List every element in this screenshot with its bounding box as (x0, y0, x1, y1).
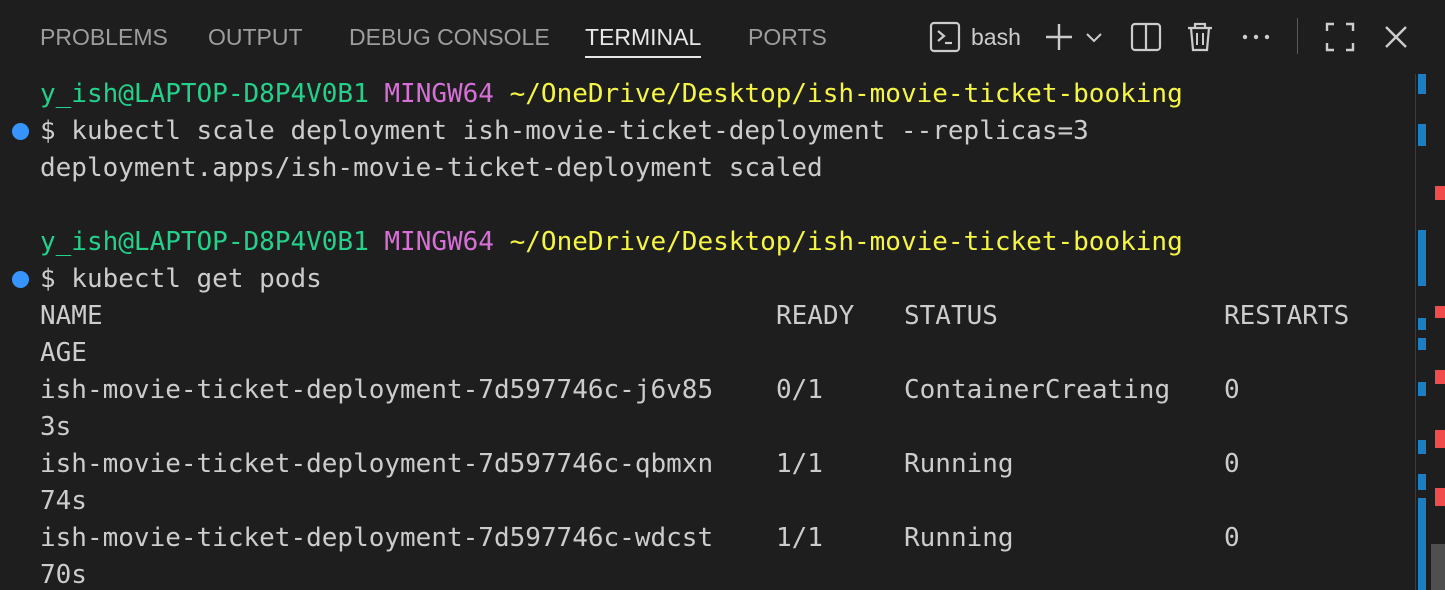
split-terminal-button[interactable] (1130, 15, 1162, 59)
ruler-mark (1435, 186, 1445, 200)
ellipsis-icon (1240, 21, 1272, 53)
command-decoration-icon[interactable] (12, 271, 29, 288)
trash-icon (1185, 21, 1215, 53)
ruler-mark (1418, 498, 1426, 590)
table-header-name: NAME (40, 301, 103, 331)
command-decoration-icon[interactable] (12, 123, 29, 140)
more-actions-button[interactable] (1240, 15, 1272, 59)
scrollbar-track (1415, 74, 1416, 590)
terminal-icon (929, 21, 961, 53)
prompt-env: MINGW64 (384, 227, 494, 257)
table-header-ready: READY (776, 301, 855, 331)
prompt-env: MINGW64 (384, 79, 494, 109)
plus-icon (1043, 21, 1075, 53)
terminal-output[interactable]: y_ish@LAPTOP-D8P4V0B1 MINGW64 ~/OneDrive… (0, 74, 1415, 590)
ruler-mark (1418, 474, 1426, 490)
ruler-mark (1435, 370, 1445, 384)
pod-status: ContainerCreating (904, 375, 1171, 405)
pod-ready: 1/1 (776, 523, 823, 553)
tab-debug-console[interactable]: DEBUG CONSOLE (349, 23, 550, 51)
prompt-line: y_ish@LAPTOP-D8P4V0B1 MINGW64 ~/OneDrive… (40, 224, 1183, 261)
ruler-mark (1418, 74, 1426, 94)
ruler-mark (1418, 318, 1426, 330)
tab-ports[interactable]: PORTS (748, 23, 827, 51)
close-panel-button[interactable] (1382, 15, 1410, 59)
pod-status: Running (904, 449, 1014, 479)
maximize-panel-button[interactable] (1324, 15, 1356, 59)
tab-terminal-label: TERMINAL (585, 24, 702, 50)
ruler-mark (1418, 440, 1426, 454)
ruler-mark (1418, 230, 1426, 286)
toolbar-divider (1297, 18, 1298, 54)
prompt-line: y_ish@LAPTOP-D8P4V0B1 MINGW64 ~/OneDrive… (40, 76, 1183, 113)
ruler-mark (1435, 306, 1445, 318)
pod-name: ish-movie-ticket-deployment-7d597746c-wd… (40, 523, 714, 553)
new-terminal-button[interactable] (1043, 15, 1075, 59)
pod-restarts: 0 (1224, 449, 1240, 479)
maximize-icon (1324, 21, 1356, 53)
command-line: $ kubectl scale deployment ish-movie-tic… (40, 116, 1089, 146)
shell-label: bash (971, 23, 1021, 50)
pod-ready: 0/1 (776, 375, 823, 405)
prompt-path: ~/OneDrive/Desktop/ish-movie-ticket-book… (509, 227, 1183, 257)
split-panel-icon (1130, 21, 1162, 53)
prompt-user: y_ish@LAPTOP-D8P4V0B1 (40, 227, 369, 257)
command-output: deployment.apps/ish-movie-ticket-deploym… (40, 153, 823, 183)
scrollbar-thumb[interactable] (1431, 544, 1445, 590)
close-icon (1382, 23, 1410, 51)
tab-terminal[interactable]: TERMINAL (585, 23, 702, 58)
terminal-scrollbar[interactable] (1415, 74, 1445, 590)
ruler-mark (1418, 338, 1426, 350)
pod-ready: 1/1 (776, 449, 823, 479)
ruler-mark (1418, 124, 1426, 146)
active-tab-indicator (585, 56, 702, 58)
tab-output[interactable]: OUTPUT (208, 23, 303, 51)
terminal-shell-selector[interactable]: bash (929, 15, 1021, 59)
command-line: $ kubectl get pods (40, 264, 322, 294)
prompt-path: ~/OneDrive/Desktop/ish-movie-ticket-book… (509, 79, 1183, 109)
pod-age: 70s (40, 560, 87, 590)
pod-name: ish-movie-ticket-deployment-7d597746c-j6… (40, 375, 714, 405)
table-header-status: STATUS (904, 301, 998, 331)
kill-terminal-button[interactable] (1185, 15, 1215, 59)
table-header-age: AGE (40, 338, 87, 368)
prompt-user: y_ish@LAPTOP-D8P4V0B1 (40, 79, 369, 109)
pod-name: ish-movie-ticket-deployment-7d597746c-qb… (40, 449, 714, 479)
ruler-mark (1435, 488, 1445, 506)
ruler-mark (1418, 382, 1426, 396)
pod-age: 74s (40, 486, 87, 516)
launch-profile-dropdown[interactable] (1084, 15, 1104, 59)
pod-restarts: 0 (1224, 375, 1240, 405)
chevron-down-icon (1084, 27, 1104, 47)
tab-problems[interactable]: PROBLEMS (40, 23, 168, 51)
table-header-restarts: RESTARTS (1224, 301, 1350, 331)
pod-status: Running (904, 523, 1014, 553)
pod-age: 3s (40, 412, 72, 442)
panel-header: PROBLEMS OUTPUT DEBUG CONSOLE TERMINAL P… (0, 0, 1445, 74)
pod-restarts: 0 (1224, 523, 1240, 553)
ruler-mark (1435, 430, 1445, 448)
